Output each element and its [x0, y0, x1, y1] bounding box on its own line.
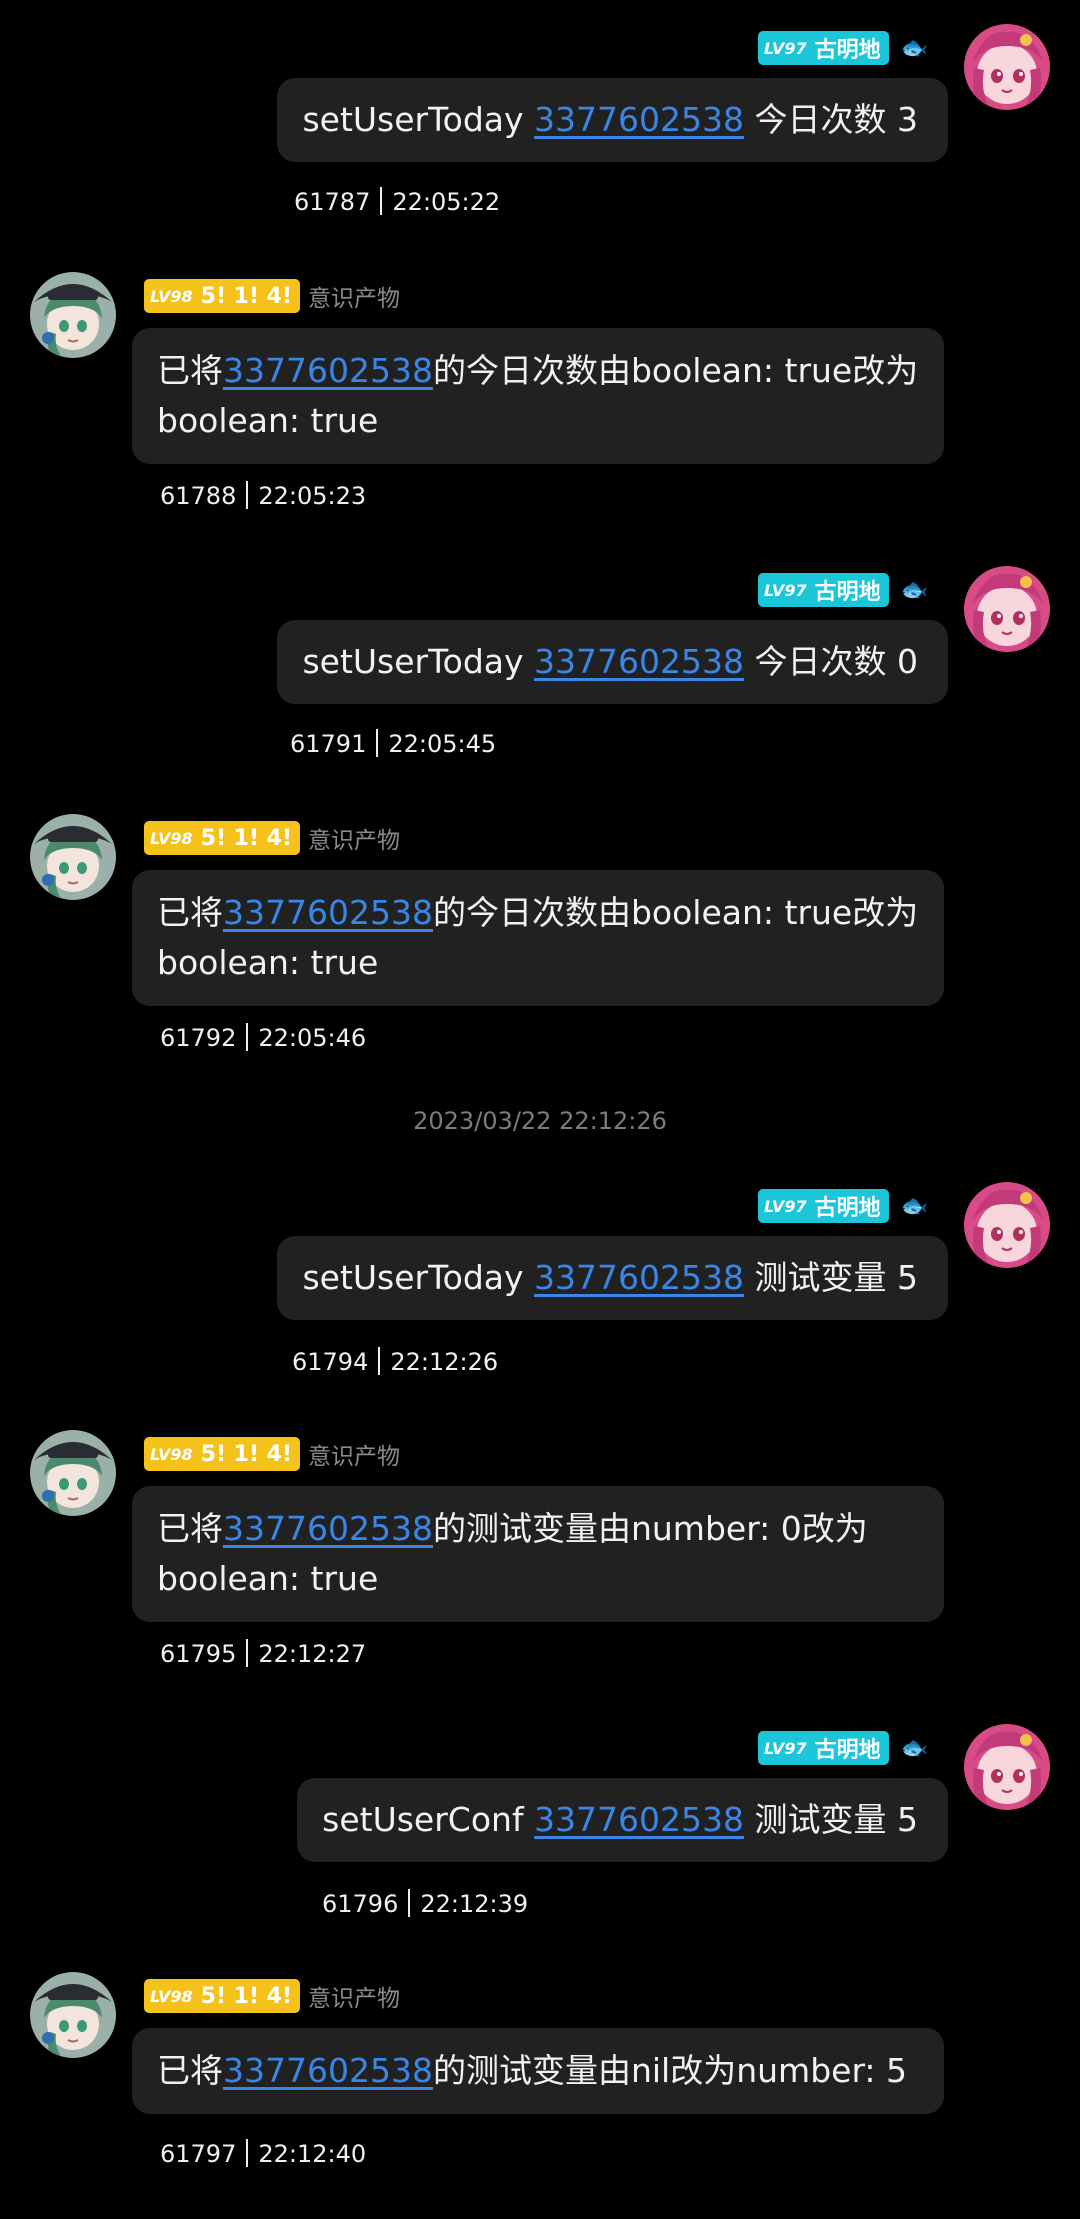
sender-header: LV97 古明地 🐟: [757, 30, 928, 66]
fish-icon: 🐟: [900, 577, 928, 603]
qq-id-link[interactable]: 3377602538: [223, 2051, 433, 2090]
qq-id-link[interactable]: 3377602538: [223, 351, 433, 390]
qq-id-link[interactable]: 3377602538: [223, 1509, 433, 1548]
level-badge: LV98 5! 1! 4!: [144, 1979, 300, 2013]
sender-header: LV97 古明地 🐟: [757, 1730, 928, 1766]
qq-id-link[interactable]: 3377602538: [534, 642, 744, 681]
sender-name: 意识产物: [307, 286, 400, 312]
message-bubble[interactable]: 已将3377602538的今日次数由boolean: true改为boolean…: [132, 328, 944, 464]
user-avatar[interactable]: [964, 1182, 1050, 1268]
message-bubble[interactable]: 已将3377602538的今日次数由boolean: true改为boolean…: [132, 870, 944, 1006]
message-meta: 61796 22:12:39: [322, 1889, 529, 1918]
message-bubble[interactable]: 已将3377602538的测试变量由number: 0改为boolean: tr…: [132, 1486, 944, 1622]
level-badge: LV97 古明地: [757, 1731, 889, 1765]
sender-header: LV97 古明地 🐟: [757, 1188, 928, 1224]
sender-header: LV98 5! 1! 4! 意识产物: [144, 1978, 400, 2014]
user-avatar[interactable]: [964, 566, 1050, 652]
message-bubble[interactable]: setUserToday 3377602538 测试变量 5: [277, 1236, 948, 1320]
level-badge: LV97 古明地: [757, 1189, 889, 1223]
sender-header: LV98 5! 1! 4! 意识产物: [144, 278, 400, 314]
bot-avatar[interactable]: [30, 814, 116, 900]
chat-view[interactable]: LV97 古明地 🐟 setUserToday 3377602538 今日次数 3…: [0, 0, 1080, 2219]
sender-header: LV97 古明地 🐟: [757, 572, 928, 608]
message-bubble[interactable]: setUserToday 3377602538 今日次数 0: [277, 620, 948, 704]
qq-id-link[interactable]: 3377602538: [534, 1258, 744, 1297]
message-meta: 61792 22:05:46: [160, 1023, 367, 1052]
message-bubble[interactable]: setUserToday 3377602538 今日次数 3: [277, 78, 948, 162]
message-meta: 61791 22:05:45: [290, 729, 497, 758]
sender-name: 意识产物: [307, 1986, 400, 2012]
message-meta: 61788 22:05:23: [160, 481, 367, 510]
bot-avatar[interactable]: [30, 272, 116, 358]
bot-avatar[interactable]: [30, 1430, 116, 1516]
sender-header: LV98 5! 1! 4! 意识产物: [144, 1436, 400, 1472]
sender-header: LV98 5! 1! 4! 意识产物: [144, 820, 400, 856]
user-avatar[interactable]: [964, 1724, 1050, 1810]
level-badge: LV97 古明地: [757, 31, 889, 65]
qq-id-link[interactable]: 3377602538: [534, 100, 744, 139]
message-meta: 61787 22:05:22: [294, 187, 501, 216]
qq-id-link[interactable]: 3377602538: [534, 1800, 744, 1839]
level-badge: LV98 5! 1! 4!: [144, 1437, 300, 1471]
bot-avatar[interactable]: [30, 1972, 116, 2058]
fish-icon: 🐟: [900, 1735, 928, 1761]
message-bubble[interactable]: setUserConf 3377602538 测试变量 5: [297, 1778, 948, 1862]
fish-icon: 🐟: [900, 1193, 928, 1219]
sender-name: 意识产物: [307, 828, 400, 854]
message-meta: 61795 22:12:27: [160, 1639, 367, 1668]
level-badge: LV98 5! 1! 4!: [144, 821, 300, 855]
message-bubble[interactable]: 已将3377602538的测试变量由nil改为number: 5: [132, 2028, 944, 2114]
level-badge: LV97 古明地: [757, 573, 889, 607]
message-meta: 61797 22:12:40: [160, 2139, 367, 2168]
time-separator: 2023/03/22 22:12:26: [413, 1107, 667, 1135]
qq-id-link[interactable]: 3377602538: [223, 893, 433, 932]
level-badge: LV98 5! 1! 4!: [144, 279, 300, 313]
sender-name: 意识产物: [307, 1444, 400, 1470]
user-avatar[interactable]: [964, 24, 1050, 110]
message-meta: 61794 22:12:26: [292, 1347, 499, 1376]
fish-icon: 🐟: [900, 35, 928, 61]
